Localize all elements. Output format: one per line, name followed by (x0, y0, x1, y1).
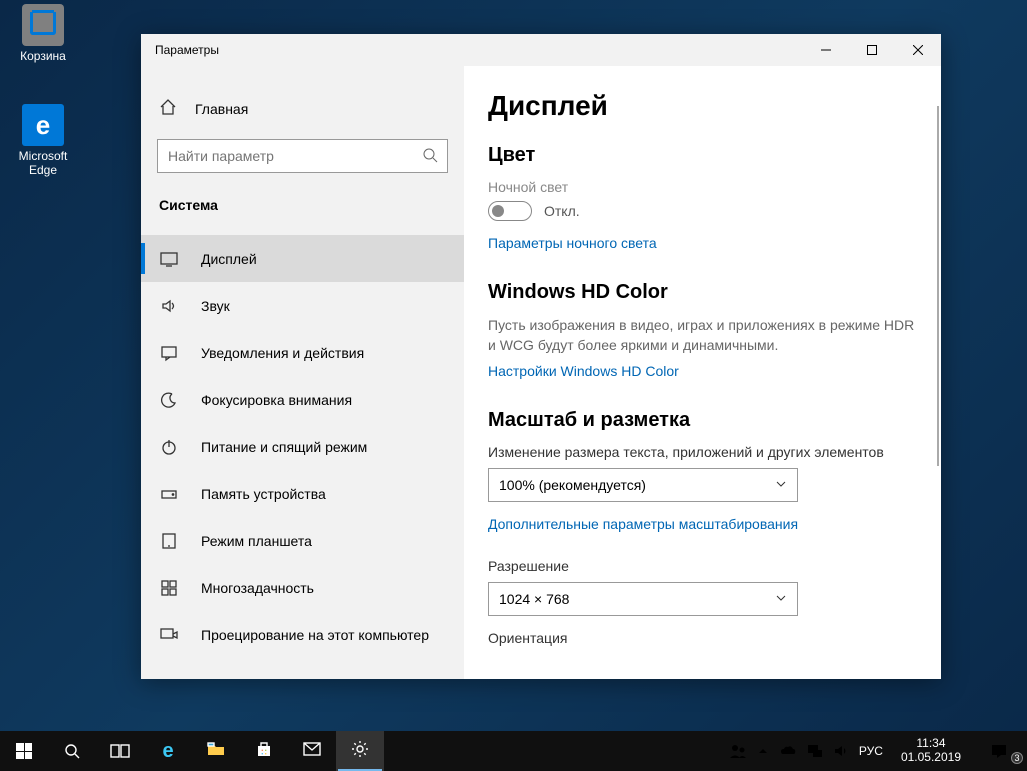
task-view-button[interactable] (96, 731, 144, 771)
sidebar-item-multitask[interactable]: Многозадачность (141, 564, 464, 611)
clock-date: 01.05.2019 (901, 751, 961, 765)
gear-icon (351, 740, 369, 763)
start-button[interactable] (0, 731, 48, 771)
scale-label: Изменение размера текста, приложений и д… (488, 444, 917, 460)
store-icon (255, 740, 273, 763)
night-light-settings-link[interactable]: Параметры ночного света (488, 235, 657, 251)
tray-chevron-up[interactable] (757, 745, 769, 757)
display-icon (159, 250, 179, 268)
sidebar-item-notifications[interactable]: Уведомления и действия (141, 329, 464, 376)
sidebar-item-label: Звук (201, 298, 230, 314)
advanced-scaling-link[interactable]: Дополнительные параметры масштабирования (488, 516, 798, 532)
moon-icon (159, 391, 179, 409)
sidebar-item-sound[interactable]: Звук (141, 282, 464, 329)
sidebar-item-label: Режим планшета (201, 533, 312, 549)
page-title: Дисплей (488, 90, 917, 122)
resolution-label: Разрешение (488, 558, 917, 574)
section-label: Система (141, 191, 464, 225)
edge-icon: e (22, 104, 64, 146)
desktop-icon-edge[interactable]: e Microsoft Edge (6, 104, 80, 177)
color-heading: Цвет (488, 144, 917, 167)
window-title: Параметры (141, 43, 803, 57)
sidebar-item-focus[interactable]: Фокусировка внимания (141, 376, 464, 423)
hd-color-description: Пусть изображения в видео, играх и прило… (488, 316, 917, 355)
taskbar-edge[interactable]: e (144, 731, 192, 771)
sidebar-item-label: Питание и спящий режим (201, 439, 367, 455)
folder-icon (206, 740, 226, 763)
sidebar-nav: Дисплей Звук Уведомления и действия Фоку… (141, 235, 464, 679)
sidebar-item-label: Проецирование на этот компьютер (201, 627, 429, 643)
taskbar-store[interactable] (240, 731, 288, 771)
tray-clock[interactable]: 11:34 01.05.2019 (893, 737, 969, 765)
clock-time: 11:34 (901, 737, 961, 751)
windows-icon (16, 743, 32, 759)
sidebar-item-label: Уведомления и действия (201, 345, 364, 361)
search-button[interactable] (48, 731, 96, 771)
titlebar: Параметры (141, 34, 941, 66)
taskbar-settings[interactable] (336, 731, 384, 771)
search-input[interactable] (157, 139, 448, 173)
notification-badge: 3 (1011, 752, 1023, 764)
tray-people[interactable] (729, 742, 747, 760)
night-light-state: Откл. (544, 203, 580, 219)
message-icon (159, 344, 179, 362)
sidebar-item-label: Фокусировка внимания (201, 392, 352, 408)
desktop-icon-label: Microsoft Edge (6, 149, 80, 177)
home-button[interactable]: Главная (141, 90, 464, 127)
sidebar-item-tablet[interactable]: Режим планшета (141, 517, 464, 564)
notification-icon (990, 742, 1008, 760)
search-icon (422, 147, 438, 168)
recycle-bin-icon (22, 4, 64, 46)
desktop-icon-label: Корзина (6, 49, 80, 63)
project-icon (159, 626, 179, 644)
night-light-label: Ночной свет (488, 179, 917, 195)
night-light-toggle[interactable] (488, 201, 532, 221)
maximize-button[interactable] (849, 34, 895, 66)
close-button[interactable] (895, 34, 941, 66)
taskbar: e РУС 11:34 01.05.2019 3 (0, 731, 1027, 771)
desktop-icon-recycle-bin[interactable]: Корзина (6, 4, 80, 63)
storage-icon (159, 485, 179, 503)
scale-value: 100% (рекомендуется) (499, 477, 646, 493)
sidebar-item-label: Память устройства (201, 486, 326, 502)
home-label: Главная (195, 101, 248, 117)
action-center-button[interactable]: 3 (979, 742, 1019, 760)
hd-color-link[interactable]: Настройки Windows HD Color (488, 363, 679, 379)
sidebar: Главная Система Дисплей Звук Уведомлени (141, 66, 464, 679)
chevron-down-icon (775, 591, 787, 607)
speaker-icon (159, 297, 179, 315)
tray-network[interactable] (807, 743, 823, 759)
tray-onedrive[interactable] (779, 744, 797, 758)
settings-window: Параметры Главная Система Дисплей (141, 34, 941, 679)
content-pane: Дисплей Цвет Ночной свет Откл. Параметры… (464, 66, 941, 679)
edge-icon: e (162, 740, 173, 763)
taskbar-explorer[interactable] (192, 731, 240, 771)
sidebar-item-projecting[interactable]: Проецирование на этот компьютер (141, 611, 464, 658)
search-wrap (157, 139, 448, 173)
home-icon (159, 98, 177, 119)
tray-volume[interactable] (833, 743, 849, 759)
scale-dropdown[interactable]: 100% (рекомендуется) (488, 468, 798, 502)
sidebar-item-label: Дисплей (201, 251, 257, 267)
sidebar-item-label: Многозадачность (201, 580, 314, 596)
scrollbar[interactable] (937, 106, 939, 466)
system-tray: РУС 11:34 01.05.2019 3 (721, 731, 1027, 771)
chevron-down-icon (775, 477, 787, 493)
scale-heading: Масштаб и разметка (488, 409, 917, 432)
sidebar-item-display[interactable]: Дисплей (141, 235, 464, 282)
taskbar-mail[interactable] (288, 731, 336, 771)
tray-language[interactable]: РУС (859, 744, 883, 758)
orientation-label: Ориентация (488, 630, 917, 646)
sidebar-item-power[interactable]: Питание и спящий режим (141, 423, 464, 470)
sidebar-item-storage[interactable]: Память устройства (141, 470, 464, 517)
minimize-button[interactable] (803, 34, 849, 66)
mail-icon (302, 741, 322, 762)
hd-color-heading: Windows HD Color (488, 281, 917, 304)
power-icon (159, 438, 179, 456)
resolution-dropdown[interactable]: 1024 × 768 (488, 582, 798, 616)
multitask-icon (159, 579, 179, 597)
tablet-icon (159, 532, 179, 550)
resolution-value: 1024 × 768 (499, 591, 569, 607)
